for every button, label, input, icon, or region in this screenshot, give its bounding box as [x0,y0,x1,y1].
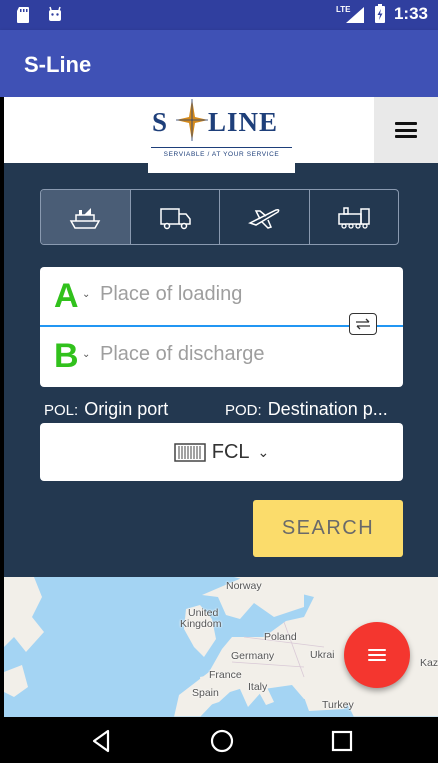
swap-ports-button[interactable] [349,313,377,335]
app-title: S-Line [24,52,92,77]
map-label-spain: Spain [192,687,219,699]
map-label-turkey: Turkey [322,699,354,711]
clock: 1:33 [393,4,428,23]
webview: S LINE SERVIABLE / AT YOUR SERVICE A ⌄ P… [4,97,438,717]
transport-mode-tabs [40,189,399,245]
chevron-down-icon: ⌄ [257,443,270,460]
home-icon[interactable] [208,727,236,755]
pod-info: POD: Destination p... [225,399,388,420]
plane-icon [248,209,280,229]
logo-letter-s: S [152,107,169,137]
chevron-down-icon: ⌄ [82,349,91,360]
tab-rail[interactable] [310,190,399,244]
android-icon [49,6,61,21]
tab-air[interactable] [220,190,310,244]
marker-b-label: B [54,337,79,375]
map-label-france: France [209,669,242,681]
swap-arrows-icon [356,318,370,330]
search-button[interactable]: SEARCH [253,500,403,557]
truck-icon [160,208,191,230]
pol-info: POL: Origin port [44,399,168,420]
place-of-discharge-placeholder: Place of discharge [100,343,265,365]
site-logo[interactable]: S LINE SERVIABLE / AT YOUR SERVICE [148,97,295,173]
battery-icon [374,4,385,23]
map-label-germany: Germany [231,650,275,662]
ship-icon [69,208,101,229]
menu-icon [368,649,386,661]
port-selection-card: A ⌄ Place of loading B ⌄ Place of discha… [40,267,403,387]
map-label-kingdom: Kingdom [180,618,222,630]
map-label-italy: Italy [248,681,268,693]
map-label-norway: Norway [226,580,262,592]
pod-tag: POD: [225,402,262,419]
signal-icon: LTE [336,5,364,23]
back-icon[interactable] [88,727,116,755]
app-bar: S-Line [0,30,438,97]
map-label-kaz: Kaz [420,657,438,669]
floating-menu-button[interactable] [344,622,410,688]
site-menu-button[interactable] [374,97,438,163]
container-type-value: FCL [211,440,250,463]
compass-star-icon [176,99,208,141]
container-icon [173,443,206,462]
place-of-loading-placeholder: Place of loading [100,283,243,305]
site-header: S LINE SERVIABLE / AT YOUR SERVICE [4,97,438,173]
network-label: LTE [336,5,351,14]
system-nav-bar [0,717,438,763]
hamburger-icon [395,122,417,138]
place-of-discharge-field[interactable]: B ⌄ Place of discharge [40,327,403,387]
marker-a-label: A [54,277,79,315]
recent-apps-icon[interactable] [328,727,356,755]
tab-sea[interactable] [41,190,131,244]
sd-card-icon [17,7,29,23]
pol-value: Origin port [84,399,169,419]
status-bar: LTE 1:33 [0,0,438,30]
pol-tag: POL: [44,402,79,419]
tab-road[interactable] [131,190,220,244]
logo-tagline: SERVIABLE / AT YOUR SERVICE [151,147,292,158]
pod-value: Destination p... [267,399,388,419]
container-type-select[interactable]: FCL ⌄ [40,423,403,481]
train-icon [338,207,370,229]
chevron-down-icon: ⌄ [82,289,91,300]
map-label-poland: Poland [264,631,297,643]
map-label-ukraine: Ukrai [310,649,335,661]
logo-word-line: LINE [208,107,279,137]
